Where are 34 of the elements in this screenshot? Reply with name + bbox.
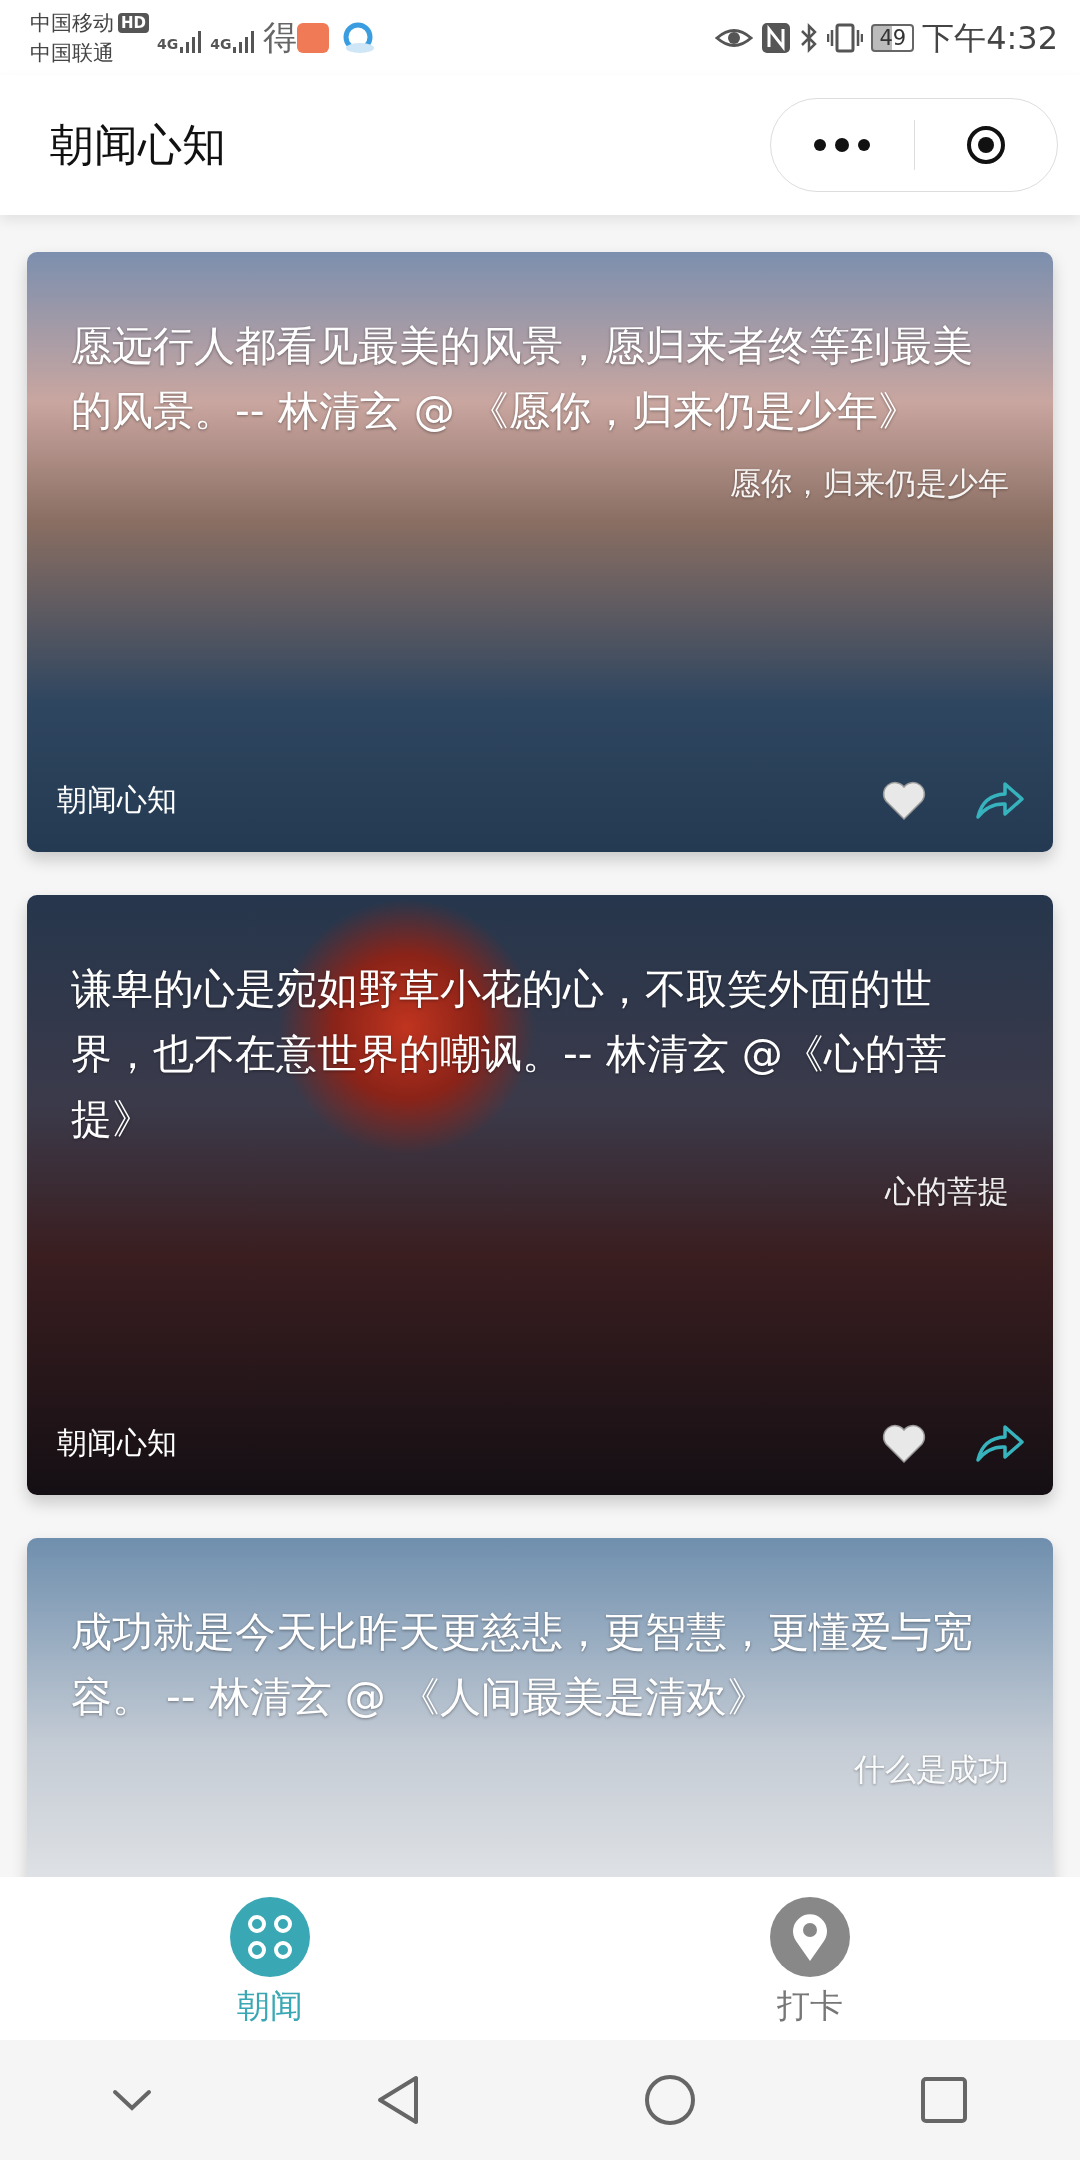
- quote-text: 愿远行人都看见最美的风景，愿归来者终等到最美的风景。-- 林清玄 @ 《愿你，归来仍是少年》: [71, 321, 974, 437]
- quote-text: 谦卑的心是宛如野草小花的心，不取笑外面的世界，也不在意世界的嘲讽。-- 林清玄 @《心的菩提》: [71, 964, 948, 1145]
- tab[interactable]: 朝闻: [0, 1877, 540, 2040]
- location-pin-icon: [770, 1897, 850, 1977]
- back-icon[interactable]: [376, 2075, 420, 2125]
- network-label: 4G: [210, 35, 232, 54]
- quote-subtitle: 心的菩提: [883, 1172, 1009, 1211]
- photo-card[interactable]: 谦卑的心是宛如野草小花的心，不取笑外面的世界，也不在意世界的嘲讽。-- 林清玄 @《心的菩提》 心的菩提 朝闻心知: [27, 895, 1053, 1495]
- quote-subtitle: 愿你，归来仍是少年: [729, 464, 1009, 503]
- grid-icon: [230, 1897, 310, 1977]
- app-glyph: 得: [263, 16, 298, 59]
- battery-level: 49: [871, 23, 915, 52]
- app-icon: [297, 22, 330, 53]
- quote-text: 成功就是今天比昨天更慈悲，更智慧，更懂爱与宽容。 -- 林清玄 @ 《人间最美是清欢》: [71, 1607, 974, 1723]
- photo-card[interactable]: 愿远行人都看见最美的风景，愿归来者终等到最美的风景。-- 林清玄 @ 《愿你，归来仍是少年》 愿你，归来仍是少年 朝闻心知: [27, 252, 1053, 852]
- chevron-down-icon[interactable]: [112, 2088, 152, 2112]
- network-label: 4G: [157, 35, 179, 54]
- recents-icon[interactable]: [920, 2076, 968, 2124]
- cloud-icon: [341, 21, 376, 54]
- nfc-icon: [761, 21, 792, 54]
- clock-time: 下午4:32: [922, 17, 1058, 59]
- hd-badge: HD: [118, 12, 149, 33]
- page-title: 朝闻心知: [50, 118, 226, 172]
- signal-icon: [231, 29, 256, 55]
- source-label: 朝闻心知: [57, 1424, 177, 1462]
- target-icon: [965, 125, 1006, 165]
- vibrate-icon: [827, 21, 864, 54]
- home-icon[interactable]: [644, 2074, 696, 2126]
- more-icon: [812, 137, 873, 153]
- carrier-name: 中国联通: [30, 39, 114, 67]
- tab[interactable]: 打卡: [540, 1877, 1080, 2040]
- carrier-name: 中国移动: [30, 9, 114, 37]
- signal-icon: [178, 29, 203, 55]
- source-label: 朝闻心知: [57, 781, 177, 819]
